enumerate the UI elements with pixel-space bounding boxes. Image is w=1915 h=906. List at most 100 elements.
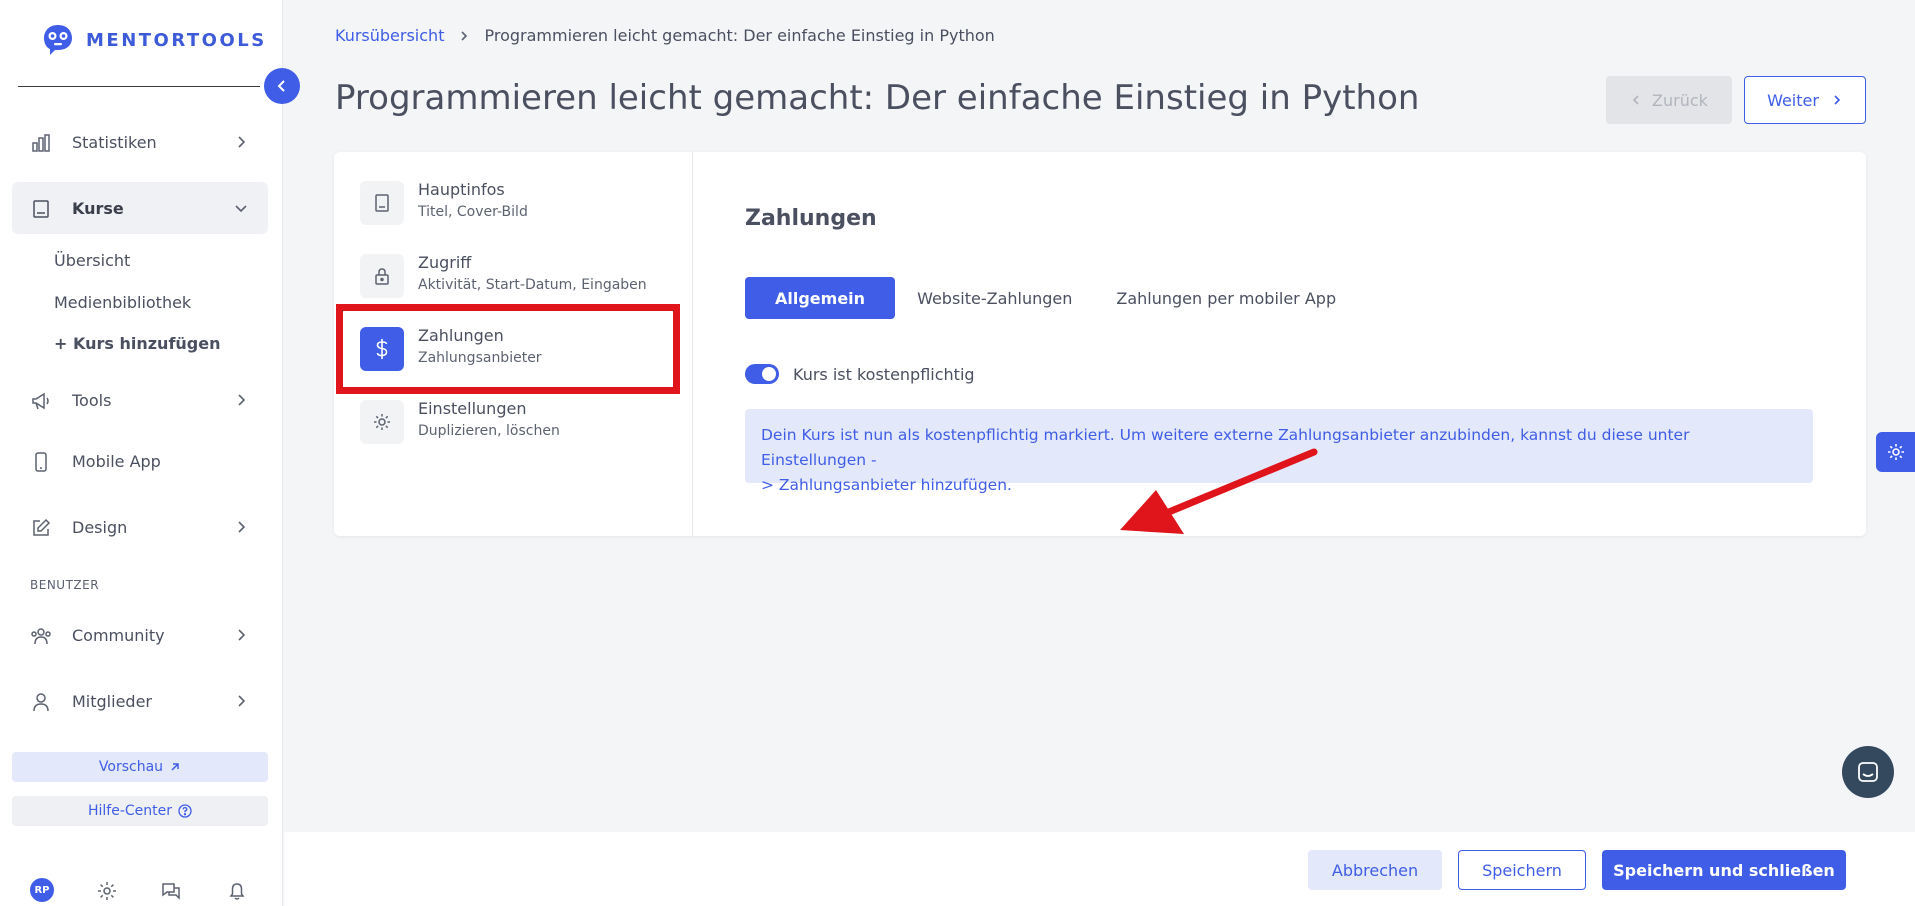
chevron-right-icon [238,695,246,707]
back-label: Zurück [1652,90,1708,110]
step-title: Zahlungen [418,326,504,345]
chevron-right-icon [1834,95,1841,105]
sidebar: MENTORTOOLS Statistiken Kurse Übersicht … [0,0,283,906]
settings-float-button[interactable] [1876,432,1915,472]
breadcrumb-link-kursuebersicht[interactable]: Kursübersicht [335,26,444,45]
sidebar-item-label: Mobile App [72,451,161,471]
step-einstellungen[interactable]: Einstellungen Duplizieren, löschen [360,393,680,453]
step-zugriff[interactable]: Zugriff Aktivität, Start-Datum, Eingaben [360,247,680,307]
sidebar-item-label: Kurse [72,198,124,218]
step-title: Einstellungen [418,399,527,418]
step-zahlungen[interactable]: Zahlungen Zahlungsanbieter [360,320,680,380]
sidebar-item-kurse[interactable]: Kurse [12,182,268,234]
sidebar-item-label: Statistiken [72,132,157,152]
gear-icon [1887,444,1904,460]
next-button[interactable]: Weiter [1744,76,1866,124]
book-icon [33,200,49,218]
gear-icon[interactable] [96,880,118,902]
breadcrumb-current: Programmieren leicht gemacht: Der einfac… [484,26,995,45]
chevron-right-icon [238,394,246,406]
info-alert-line: > Zahlungsanbieter hinzufügen. [761,476,1012,494]
sidebar-item-label: Design [72,517,128,537]
lock-icon [375,268,389,285]
sidebar-item-mobile-app[interactable]: Mobile App [12,435,268,487]
info-alert-line: Dein Kurs ist nun als kostenpflichtig ma… [761,426,1690,469]
chevron-right-icon [238,521,246,533]
step-subtitle: Zahlungsanbieter [418,350,542,366]
page-title: Programmieren leicht gemacht: Der einfac… [335,78,1420,118]
external-link-icon [171,763,179,771]
sidebar-item-community[interactable]: Community [12,609,268,661]
bell-icon[interactable] [226,880,248,902]
sidebar-item-tools[interactable]: Tools [12,374,268,426]
course-editor-card: Hauptinfos Titel, Cover-Bild Zugriff Akt… [334,152,1866,536]
chevron-left-icon [1632,95,1639,105]
sidebar-subitem-medienbibliothek[interactable]: Medienbibliothek [54,293,191,312]
paid-course-toggle[interactable] [745,364,779,384]
sidebar-item-label: Mitglieder [72,691,152,711]
step-icon-box [360,400,404,444]
sidebar-bottom-bar: RP [0,872,283,906]
tab-allgemein[interactable]: Allgemein [745,277,896,319]
bar-chart-icon [32,134,50,152]
footer-bar: Abbrechen Speichern Speichern und schlie… [284,832,1915,906]
help-center-label: Hilfe-Center [87,803,173,819]
sidebar-item-label: Tools [72,390,112,410]
chevron-down-icon [235,205,247,213]
divider [692,152,693,536]
chat-icon[interactable] [160,880,182,902]
payment-tabs: Allgemein Website-Zahlungen Zahlungen pe… [745,277,1358,319]
dollar-icon [376,339,388,359]
help-center-button[interactable]: Hilfe-Center [12,796,268,826]
tab-website-zahlungen[interactable]: Website-Zahlungen [895,277,1094,319]
preview-button[interactable]: Vorschau [12,752,268,782]
save-button[interactable]: Speichern [1458,850,1586,890]
sidebar-subitem-uebersicht[interactable]: Übersicht [54,251,130,270]
breadcrumb: Kursübersicht Programmieren leicht gemac… [335,26,995,45]
user-icon [33,693,49,712]
cancel-button[interactable]: Abbrechen [1308,850,1442,890]
step-icon-box [360,254,404,298]
step-subtitle: Duplizieren, löschen [418,423,560,439]
chevron-right-icon [461,30,468,41]
chat-icon [1858,762,1878,782]
sidebar-subitem-kurs-hinzufuegen[interactable]: + Kurs hinzufügen [54,334,220,353]
avatar[interactable]: RP [30,878,54,902]
brand-name: MENTORTOOLS [86,29,267,51]
users-icon [31,628,51,645]
chevron-right-icon [238,629,246,641]
chevron-right-icon [238,136,246,148]
book-icon [375,194,389,212]
step-subtitle: Titel, Cover-Bild [418,204,528,220]
step-title: Hauptinfos [418,180,505,199]
section-label-benutzer: BENUTZER [30,578,100,592]
gear-icon [374,414,390,430]
info-alert: Dein Kurs ist nun als kostenpflichtig ma… [745,409,1813,494]
step-title: Zugriff [418,253,472,272]
pencil-icon [33,518,51,536]
chat-widget-button[interactable] [1842,746,1894,798]
back-button[interactable]: Zurück [1606,76,1732,124]
megaphone-icon [32,392,49,410]
preview-label: Vorschau [98,759,164,775]
paid-course-toggle-row: Kurs ist kostenpflichtig [745,364,975,384]
next-label: Weiter [1767,90,1819,110]
mobile-icon [35,452,47,472]
question-icon [178,804,192,818]
sidebar-item-label: Community [72,625,165,645]
step-icon-box [360,181,404,225]
logo[interactable]: MENTORTOOLS [40,22,267,58]
divider [18,86,260,87]
sidebar-collapse-button[interactable] [264,68,300,104]
save-and-close-button[interactable]: Speichern und schließen [1602,850,1846,890]
step-subtitle: Aktivität, Start-Datum, Eingaben [418,277,647,293]
sidebar-item-mitglieder[interactable]: Mitglieder [12,675,268,727]
sidebar-item-design[interactable]: Design [12,501,268,553]
step-hauptinfos[interactable]: Hauptinfos Titel, Cover-Bild [360,174,680,234]
robot-logo-icon [44,25,72,55]
tab-zahlungen-mobile-app[interactable]: Zahlungen per mobiler App [1094,277,1358,319]
section-title: Zahlungen [745,206,877,231]
step-icon-box [360,327,404,371]
sidebar-item-statistiken[interactable]: Statistiken [12,116,268,168]
paid-course-toggle-label: Kurs ist kostenpflichtig [793,364,975,384]
